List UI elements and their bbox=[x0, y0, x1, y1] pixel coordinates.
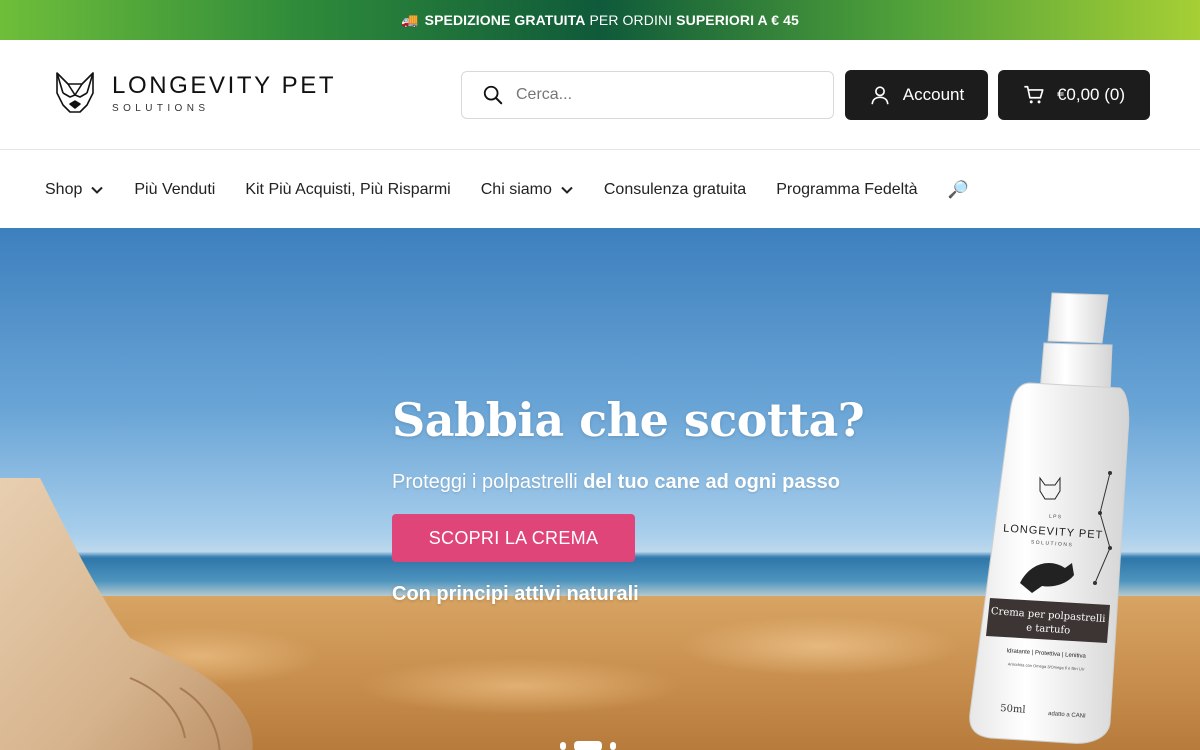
hero-subtitle-regular: Proteggi i polpastrelli bbox=[392, 471, 578, 493]
slider-dot-active[interactable] bbox=[574, 741, 602, 750]
logo[interactable]: LONGEVITY PET SOLUTIONS bbox=[54, 71, 336, 115]
hero-subtitle-bold: del tuo cane ad ogni passo bbox=[583, 471, 840, 493]
nav-search-icon[interactable]: 🔎 bbox=[948, 180, 969, 200]
announcement-strong-1: SPEDIZIONE GRATUITA bbox=[424, 12, 586, 28]
logo-title: LONGEVITY PET bbox=[112, 71, 337, 99]
nav-item-label: Consulenza gratuita bbox=[603, 180, 747, 198]
nav-item-best-sellers[interactable]: Più Venduti bbox=[134, 181, 215, 199]
nav-item-shop[interactable]: Shop bbox=[45, 181, 104, 199]
search-input[interactable] bbox=[516, 86, 796, 104]
announcement-strong-2: SUPERIORI A € 45 bbox=[676, 12, 799, 28]
nav-item-about[interactable]: Chi siamo bbox=[481, 181, 574, 199]
main-nav: Shop Più Venduti Kit Più Acquisti, Più R… bbox=[0, 151, 1200, 228]
hero-subtitle: Proteggi i polpastrelli del tuo cane ad … bbox=[392, 471, 840, 494]
nav-item-label: Kit Più Acquisti, Più Risparmi bbox=[245, 180, 451, 198]
logo-subtitle: SOLUTIONS bbox=[112, 102, 210, 114]
search-box[interactable] bbox=[461, 71, 834, 119]
cart-button[interactable]: €0,00 (0) bbox=[998, 70, 1150, 120]
nav-item-loyalty[interactable]: Programma Fedeltà bbox=[776, 181, 917, 199]
hero-banner[interactable]: Sabbia che scotta? Proteggi i polpastrel… bbox=[0, 228, 1200, 750]
announcement-bar: 🚚 SPEDIZIONE GRATUITA PER ORDINI SUPERIO… bbox=[0, 0, 1200, 40]
product-volume: 50ml bbox=[1000, 703, 1026, 716]
product-brand-small: L P S bbox=[1049, 514, 1062, 521]
dog-paw-image bbox=[0, 478, 253, 750]
account-label: Account bbox=[902, 85, 965, 104]
hero-note: Con principi attivi naturali bbox=[392, 583, 639, 605]
chevron-down-icon bbox=[561, 186, 573, 194]
nav-item-consultation[interactable]: Consulenza gratuita bbox=[604, 181, 746, 199]
cart-icon bbox=[1024, 85, 1044, 104]
nav-item-label: Più Venduti bbox=[134, 180, 216, 198]
slider-dot[interactable] bbox=[610, 742, 616, 750]
account-button[interactable]: Account bbox=[845, 70, 988, 120]
discover-cream-button[interactable]: SCOPRI LA CREMA bbox=[392, 514, 635, 562]
slider-dots bbox=[560, 741, 616, 750]
nav-item-label: Shop bbox=[45, 180, 83, 198]
dog-logo-icon bbox=[56, 72, 94, 113]
hero-title: Sabbia che scotta? bbox=[392, 393, 865, 447]
slider-dot[interactable] bbox=[560, 742, 566, 750]
user-icon bbox=[871, 86, 889, 105]
nav-item-label: Chi siamo bbox=[480, 180, 552, 198]
cart-total: €0,00 (0) bbox=[1056, 85, 1126, 104]
cream-bottle-image: Crema per polpastrelli e tartufo L P S L… bbox=[969, 292, 1130, 744]
nav-item-label: Programma Fedeltà bbox=[776, 180, 918, 198]
chevron-down-icon bbox=[91, 186, 104, 194]
announcement-regular: PER ORDINI bbox=[589, 12, 673, 28]
site-header: LONGEVITY PET SOLUTIONS Account €0,00 (0… bbox=[0, 40, 1200, 150]
search-icon[interactable] bbox=[482, 84, 504, 106]
truck-icon: 🚚 bbox=[401, 11, 419, 28]
nav-item-kit[interactable]: Kit Più Acquisti, Più Risparmi bbox=[245, 181, 450, 199]
